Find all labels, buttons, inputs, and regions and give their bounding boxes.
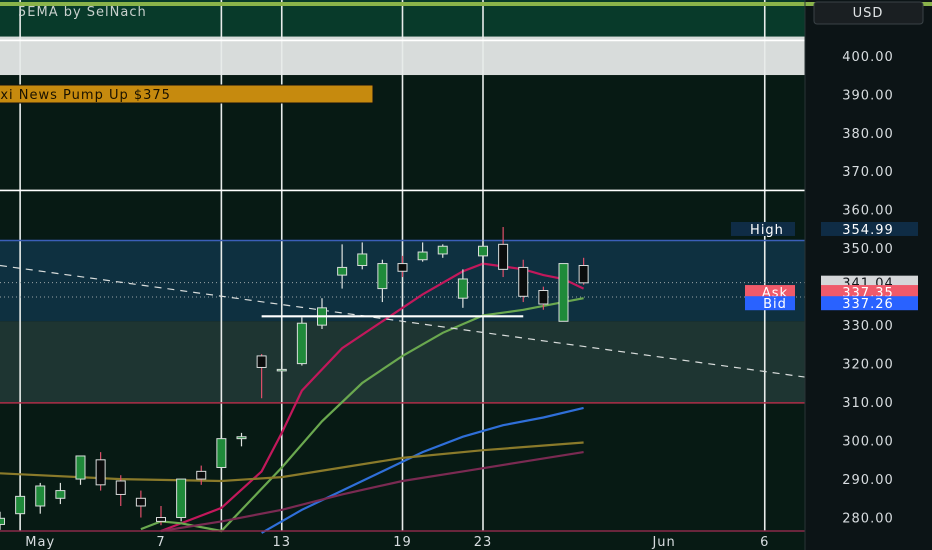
y-tick-label: 400.00 (842, 50, 894, 65)
annotation-text: RoboTaxi News Pump Up $375 (0, 88, 171, 103)
candle-body[interactable] (437, 245, 448, 255)
candle-body[interactable] (538, 290, 549, 305)
candle-body[interactable] (397, 263, 408, 272)
candle-body[interactable] (417, 251, 428, 261)
candle-body[interactable] (236, 436, 247, 440)
chart-title: 5EMA by SelNach (18, 5, 147, 20)
price-name-label: High (750, 223, 784, 238)
x-tick-label: Jun (651, 535, 675, 550)
currency-button[interactable]: USD (813, 1, 924, 25)
candle-body[interactable] (35, 485, 46, 507)
x-tick-label: 23 (474, 535, 493, 550)
y-tick-label: 300.00 (842, 435, 894, 450)
price-value-label: 337.26 (842, 297, 894, 312)
y-tick-label: 330.00 (842, 319, 894, 334)
axis-panel (805, 0, 932, 550)
candle-body[interactable] (95, 459, 106, 486)
annotation-box[interactable]: RoboTaxi News Pump Up $375 (0, 84, 374, 104)
y-tick-label: 380.00 (842, 127, 894, 142)
candle-body[interactable] (216, 438, 227, 469)
x-tick-label: May (25, 535, 55, 550)
currency-label: USD (853, 6, 884, 21)
candle-body[interactable] (498, 243, 509, 270)
candle-body[interactable] (196, 470, 207, 480)
candle-body[interactable] (0, 517, 5, 525)
candle-body[interactable] (337, 266, 348, 276)
candle-body[interactable] (276, 368, 287, 372)
candle-body[interactable] (176, 478, 187, 519)
candle-body[interactable] (457, 278, 468, 299)
candle-body[interactable] (578, 265, 589, 284)
candle-body[interactable] (558, 263, 569, 322)
y-tick-label: 360.00 (842, 204, 894, 219)
y-tick-label: 280.00 (842, 512, 894, 527)
candle-body[interactable] (256, 355, 267, 368)
x-tick-label: 7 (156, 535, 165, 550)
candle-body[interactable] (518, 266, 529, 297)
chart[interactable]: 5EMA by SelNach RoboTaxi News Pump Up $3… (0, 0, 932, 550)
y-tick-label: 350.00 (842, 242, 894, 257)
y-tick-label: 310.00 (842, 396, 894, 411)
candle-body[interactable] (478, 245, 488, 257)
candle-body[interactable] (75, 455, 86, 480)
y-tick-label: 390.00 (842, 88, 894, 103)
price-name-label: Bid (763, 297, 787, 312)
y-tick-label: 320.00 (842, 358, 894, 373)
candle-body[interactable] (15, 495, 26, 515)
y-tick-label: 370.00 (842, 165, 894, 180)
y-tick-label: 290.00 (842, 473, 894, 488)
candle-body[interactable] (135, 497, 146, 507)
candle-body[interactable] (377, 263, 388, 290)
candle-body[interactable] (55, 490, 66, 499)
x-tick-label: 6 (760, 535, 769, 550)
candle-body[interactable] (296, 322, 307, 365)
x-tick-label: 13 (272, 535, 291, 550)
price-value-label: 354.99 (842, 223, 894, 238)
x-tick-label: 19 (393, 535, 412, 550)
candle-body[interactable] (115, 480, 126, 495)
candle-body[interactable] (357, 253, 368, 267)
candle-body[interactable] (156, 517, 166, 522)
